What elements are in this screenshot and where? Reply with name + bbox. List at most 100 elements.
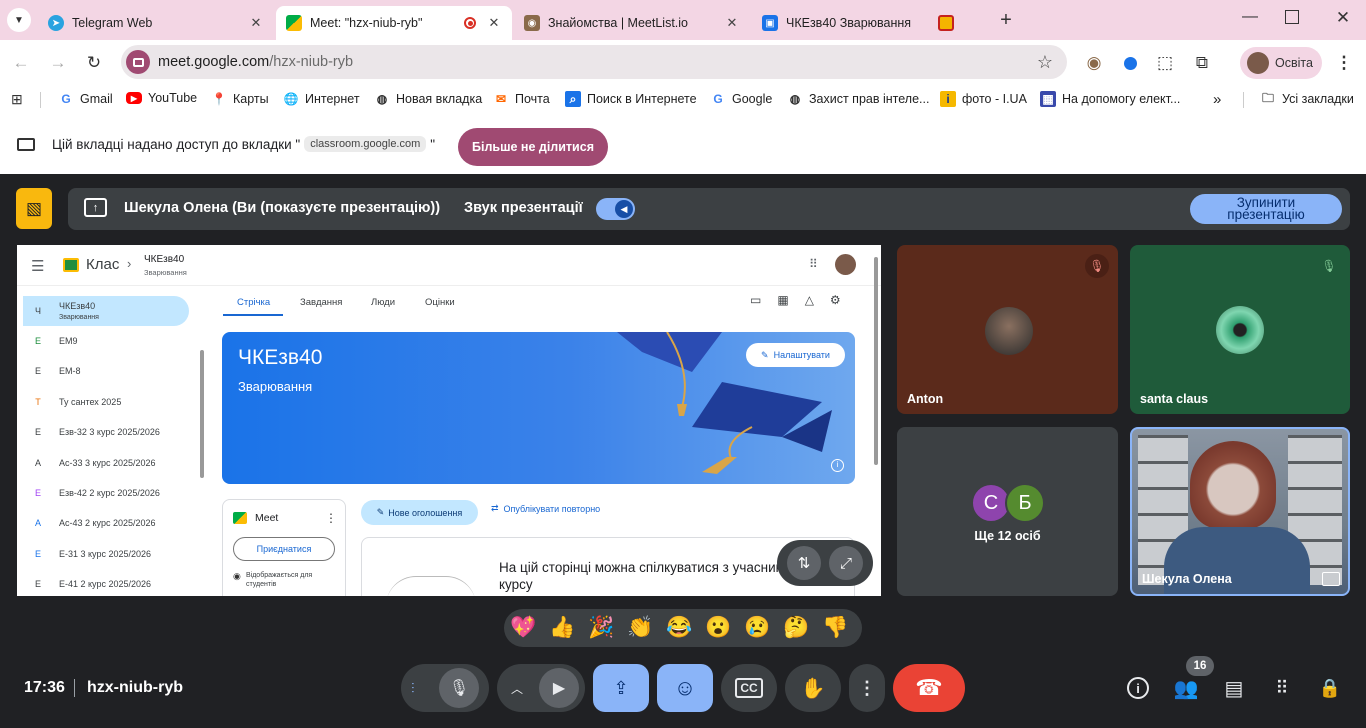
- host-controls-icon[interactable]: 🔒: [1314, 674, 1346, 702]
- menu-icon[interactable]: ☰: [31, 257, 44, 275]
- apps-icon[interactable]: ⊞: [11, 91, 23, 108]
- bookmark-iua[interactable]: i фото - I.UA: [940, 91, 1027, 107]
- bookmark-gmail[interactable]: G Gmail: [58, 91, 112, 107]
- minimize-button[interactable]: —: [1238, 8, 1262, 32]
- tab-people[interactable]: Люди: [371, 297, 395, 308]
- reaction-laugh-icon[interactable]: 😂: [660, 610, 699, 646]
- expand-icon[interactable]: ⤢: [829, 546, 863, 580]
- chat-icon[interactable]: ▤: [1218, 674, 1250, 702]
- others-tile[interactable]: С Б Ще 12 осіб: [897, 427, 1118, 596]
- reaction-thumbs-up-icon[interactable]: 👍: [543, 610, 582, 646]
- reaction-party-icon[interactable]: 🎉: [582, 610, 621, 646]
- reaction-thumbs-down-icon[interactable]: 👎: [816, 610, 855, 646]
- chevron-right-icon[interactable]: »: [1213, 91, 1221, 108]
- reaction-heart-icon[interactable]: 💖: [504, 610, 543, 646]
- bookmark-search[interactable]: ⌕ Поиск в Интернете: [565, 91, 697, 107]
- gear-icon[interactable]: ⚙: [830, 293, 841, 307]
- camera-button[interactable]: ▶: [539, 668, 579, 708]
- extensions-puzzle-icon[interactable]: ⧉: [1190, 51, 1214, 75]
- bookmark-maps[interactable]: 📍 Карты: [211, 91, 269, 107]
- more-vert-icon[interactable]: ⋮: [325, 511, 337, 525]
- join-button[interactable]: Приєднатися: [233, 537, 335, 561]
- republish-button[interactable]: ⇄ Опублікувати повторно: [491, 503, 600, 514]
- sidebar-item-class[interactable]: Е Е-31 3 курс 2025/2026: [23, 539, 189, 569]
- apps-grid-icon[interactable]: ⠿: [809, 257, 818, 271]
- all-bookmarks-button[interactable]: 🗀 Усі закладки: [1260, 91, 1354, 107]
- breadcrumb-class[interactable]: ЧКЕзв40: [144, 254, 184, 265]
- sidebar-item-class[interactable]: Т Ту сантех 2025: [23, 387, 189, 417]
- bookmark-ip-rights[interactable]: ◍ Захист прав інтеле...: [787, 91, 930, 107]
- sidebar-item-class[interactable]: Е ЕМ-8: [23, 356, 189, 386]
- tab-grades[interactable]: Оцінки: [425, 297, 455, 308]
- info-icon[interactable]: i: [831, 459, 844, 472]
- sidebar-item-class[interactable]: А Ас-33 3 курс 2025/2026: [23, 448, 189, 478]
- stop-sharing-button[interactable]: Більше не ділитися: [458, 128, 608, 166]
- sidebar-item-class[interactable]: Е Езв-32 3 курс 2025/2026: [23, 417, 189, 447]
- tab-search-button[interactable]: ▼: [7, 8, 31, 32]
- sidebar-item-class[interactable]: Ч ЧКЕзв40 Зварювання: [23, 296, 189, 326]
- video-icon[interactable]: ▭: [750, 293, 761, 307]
- app-title[interactable]: Клас: [86, 256, 119, 273]
- swap-icon[interactable]: ⇅: [787, 546, 821, 580]
- info-icon[interactable]: i: [1122, 674, 1154, 702]
- star-icon[interactable]: ☆: [1037, 52, 1053, 73]
- more-options-button[interactable]: ⋮: [849, 664, 885, 712]
- bookmark-help[interactable]: ▦ На допомогу елект...: [1040, 91, 1180, 107]
- reaction-clap-icon[interactable]: 👏: [621, 610, 660, 646]
- tab-meetlist[interactable]: ◉ Знайомства | MeetList.io ✕: [514, 6, 750, 40]
- bookmark-mail[interactable]: ✉ Почта: [493, 91, 550, 107]
- forward-button[interactable]: →: [46, 51, 70, 75]
- back-button[interactable]: ←: [9, 51, 33, 75]
- activities-icon[interactable]: ⠿: [1266, 674, 1298, 702]
- tab-slides[interactable]: [928, 6, 972, 40]
- stop-presenting-button[interactable]: Зупинити презентацію: [1190, 194, 1342, 224]
- drive-icon[interactable]: △: [805, 293, 814, 307]
- captions-button[interactable]: CC: [721, 664, 777, 712]
- sidebar-item-class[interactable]: Е Е-41 2 курс 2025/2026: [23, 569, 189, 596]
- page-scrollbar[interactable]: [874, 257, 878, 465]
- people-icon[interactable]: 👥: [1170, 674, 1202, 702]
- new-tab-button[interactable]: +: [994, 8, 1018, 32]
- tab-stream[interactable]: Стрічка: [237, 297, 270, 308]
- avatar[interactable]: [835, 254, 856, 275]
- emoji-button[interactable]: ☺: [657, 664, 713, 712]
- sidebar-item-class[interactable]: А Ас-43 2 курс 2025/2026: [23, 508, 189, 538]
- calendar-icon[interactable]: ▦: [777, 293, 788, 307]
- owl-extension-icon[interactable]: ◉: [1082, 51, 1106, 75]
- participant-tile[interactable]: santa claus 🎙: [1130, 245, 1350, 414]
- banner-title[interactable]: ЧКЕзв40: [238, 346, 322, 370]
- participant-tile[interactable]: Anton 🎙: [897, 245, 1118, 414]
- leave-call-button[interactable]: ☎: [893, 664, 965, 712]
- mic-button[interactable]: 🎙: [439, 668, 479, 708]
- presentation-sound-toggle[interactable]: ◀: [596, 198, 635, 220]
- close-window-button[interactable]: ✕: [1331, 8, 1355, 32]
- chevron-up-icon[interactable]: ︿: [511, 680, 523, 697]
- bookmark-new-tab[interactable]: ◍ Новая вкладка: [374, 91, 482, 107]
- address-bar[interactable]: meet.google.com/hzx-niub-ryb ☆: [121, 45, 1067, 79]
- more-menu-icon[interactable]: ⋮: [1332, 51, 1356, 75]
- new-announcement-button[interactable]: ✎ Нове оголошення: [361, 500, 478, 525]
- reaction-surprised-icon[interactable]: 😮: [699, 610, 738, 646]
- present-button[interactable]: ⇪: [593, 664, 649, 712]
- maximize-button[interactable]: [1285, 10, 1299, 24]
- bookmark-youtube[interactable]: ▶ YouTube: [126, 91, 197, 105]
- site-info-icon[interactable]: [126, 50, 150, 74]
- reload-button[interactable]: ↻: [82, 51, 106, 75]
- reaction-thinking-icon[interactable]: 🤔: [777, 610, 816, 646]
- profile-button[interactable]: Освіта: [1240, 47, 1322, 79]
- tab-classwork[interactable]: Завдання: [300, 297, 342, 308]
- reaction-sad-icon[interactable]: 😢: [738, 610, 777, 646]
- screenshot-icon[interactable]: ⬚: [1153, 51, 1177, 75]
- extension-dot-icon[interactable]: [1118, 51, 1142, 75]
- close-icon[interactable]: ✕: [724, 15, 740, 31]
- customize-button[interactable]: ✎ Налаштувати: [746, 343, 845, 367]
- sidebar-item-class[interactable]: Е Езв-42 2 курс 2025/2026: [23, 478, 189, 508]
- pip-icon[interactable]: [1322, 572, 1340, 586]
- sidebar-scrollbar[interactable]: [200, 350, 204, 478]
- bookmark-google[interactable]: G Google: [710, 91, 772, 107]
- close-icon[interactable]: ✕: [486, 15, 502, 31]
- close-icon[interactable]: ✕: [248, 15, 264, 31]
- sidebar-item-class[interactable]: Е ЕМ9: [23, 326, 189, 356]
- tab-classroom[interactable]: ▣ ЧКЕзв40 Зварювання: [752, 6, 927, 40]
- presentation-warning-icon[interactable]: ▧: [16, 188, 52, 229]
